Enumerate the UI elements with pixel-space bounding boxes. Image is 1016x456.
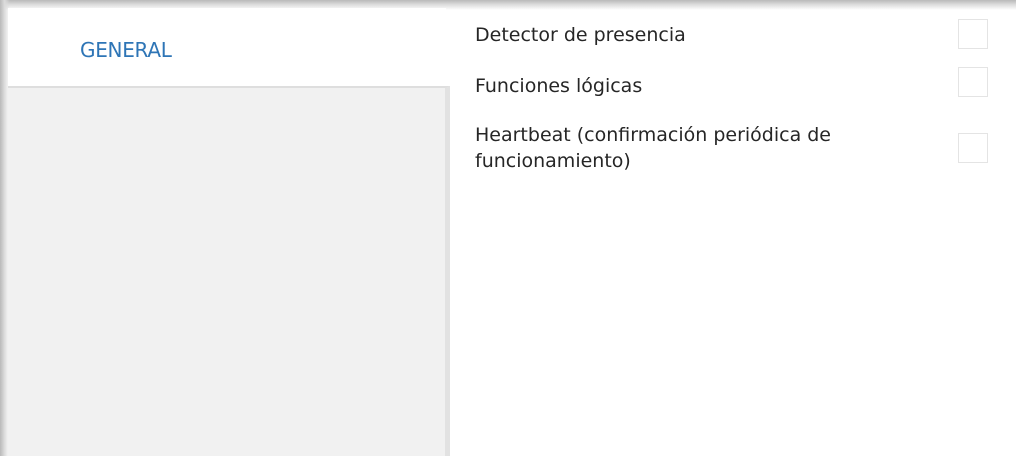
checkbox-detector-presencia[interactable] [958, 19, 988, 49]
tab-general-label: GENERAL [80, 38, 172, 62]
parameters-panel: Detector de presencia Funciones lógicas … [450, 8, 1016, 456]
param-row-detector-presencia: Detector de presencia [475, 19, 1005, 52]
parameters-window: GENERAL Detector de presencia Funciones … [0, 0, 1016, 456]
param-row-funciones-logicas: Funciones lógicas [475, 67, 1005, 103]
sidebar-panel [8, 86, 450, 456]
param-row-heartbeat: Heartbeat (confirmación periódica de fun… [475, 122, 1005, 182]
param-label-detector-presencia: Detector de presencia [475, 24, 686, 46]
param-label-funciones-logicas: Funciones lógicas [475, 75, 643, 97]
param-label-heartbeat: Heartbeat (confirmación periódica de fun… [475, 124, 831, 172]
sidebar: GENERAL [8, 8, 450, 456]
checkbox-funciones-logicas[interactable] [958, 67, 988, 97]
tab-general[interactable]: GENERAL [8, 8, 446, 88]
checkbox-heartbeat[interactable] [958, 133, 988, 163]
